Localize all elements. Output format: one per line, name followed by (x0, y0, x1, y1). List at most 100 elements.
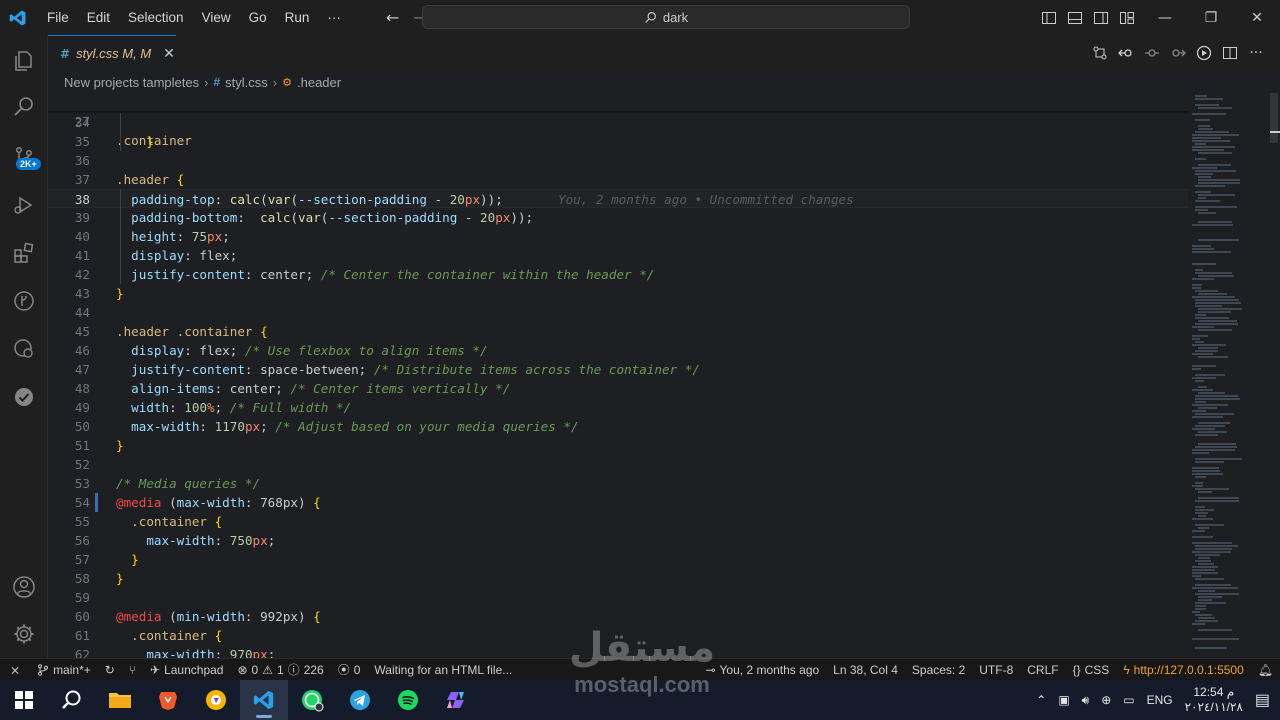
code-line[interactable]: 46 display: flex; /* Use flexbox to alig… (48, 341, 1188, 360)
toggle-secondary-sidebar-icon[interactable] (1092, 9, 1110, 27)
menu-edit[interactable]: Edit (78, 0, 119, 35)
code-line[interactable]: 45 .header .container { (48, 322, 1188, 341)
code-line[interactable]: 39 padding-bottom: calc(var(--section-pa… (48, 208, 1188, 227)
file-explorer-app-icon[interactable] (96, 680, 144, 720)
brave-browser-app-icon[interactable] (144, 680, 192, 720)
code-line[interactable]: 55 .container { (48, 512, 1188, 531)
command-center-search[interactable]: dark (422, 5, 910, 29)
tab-styl-css[interactable]: # styl.css M, M ✕ (48, 35, 176, 71)
live-server-status[interactable]: ϟ http://127.0.0.1:5500 (1116, 663, 1250, 677)
menu-more[interactable]: ··· (318, 0, 350, 35)
language-indicator[interactable]: ENG (1147, 693, 1173, 707)
menu-file[interactable]: File (38, 0, 78, 35)
menu-run[interactable]: Run (276, 0, 319, 35)
code-editor[interactable]: 27 .container 34 35 } 36 37 .header {38 padd… (48, 93, 1188, 658)
menu-go[interactable]: Go (240, 0, 276, 35)
remote-explorer-icon[interactable] (0, 325, 48, 373)
code-line[interactable]: 62 max-width: 970px; (48, 645, 1188, 658)
chevron-up-icon[interactable]: ⌃ (1036, 693, 1046, 707)
close-window-icon[interactable]: ✕ (1234, 0, 1280, 35)
git-graph-status-icon[interactable]: ⑂ (122, 663, 143, 677)
code-line[interactable]: 56 max-width: 750px; (48, 531, 1188, 550)
close-tab-icon[interactable]: ✕ (163, 46, 175, 62)
menu-selection[interactable]: Selection (119, 0, 193, 35)
account-icon[interactable] (0, 563, 48, 611)
code-line[interactable]: 43} (48, 284, 1188, 303)
toggle-panel-icon[interactable] (1066, 9, 1084, 27)
breadcrumb-symbol[interactable]: .header (297, 75, 341, 90)
restore-icon[interactable]: ❐ (1188, 0, 1234, 35)
code-line[interactable]: 53 /* Media queries */ (48, 474, 1188, 493)
breadcrumb-file[interactable]: styl.css (225, 75, 268, 90)
minimize-icon[interactable]: — (1142, 0, 1188, 35)
language-mode[interactable]: {} CSS (1066, 663, 1117, 677)
menu-view[interactable]: View (193, 0, 240, 35)
breadcrumb-folder[interactable]: New projects tampletes (64, 75, 199, 90)
code-line[interactable]: 47 justify-content: space-between; /* Di… (48, 360, 1188, 379)
search-view-icon[interactable] (0, 83, 48, 131)
code-line[interactable]: 38 padding-top: calc(var(--section-paddi… (48, 189, 1188, 208)
volume-icon[interactable]: 🔊︎ (1082, 693, 1090, 708)
ports-status[interactable]: ⦿ 0 (331, 661, 368, 678)
open-changes-icon[interactable] (1118, 45, 1134, 61)
windows-start-icon[interactable] (0, 680, 48, 720)
run-debug-icon[interactable] (0, 181, 48, 229)
sync-icon[interactable]: ↻ (98, 663, 122, 677)
back-arrow-icon[interactable]: ← (386, 8, 399, 27)
spotify-app-icon[interactable] (384, 680, 432, 720)
code-line[interactable]: 51} (48, 436, 1188, 455)
git-graph-icon[interactable] (0, 277, 48, 325)
next-revision-icon[interactable] (1170, 45, 1186, 61)
minimap[interactable] (1188, 93, 1268, 658)
code-line[interactable]: 58} (48, 569, 1188, 588)
sticky-scroll-line[interactable]: 27 .container (48, 93, 1188, 148)
git-blame-status[interactable]: ⊸ You, 2 months ago (698, 663, 826, 677)
code-line[interactable]: 41 display: flex; (48, 246, 1188, 265)
customize-layout-icon[interactable] (1118, 9, 1136, 27)
code-line[interactable]: 52 (48, 455, 1188, 474)
whatsapp-app-icon[interactable] (288, 680, 336, 720)
explorer-icon[interactable] (0, 37, 48, 85)
branch-status[interactable]: main*+ (30, 663, 98, 677)
scrollbar-thumb[interactable] (1270, 93, 1278, 143)
settings-gear-icon[interactable] (0, 610, 48, 658)
camera-icon[interactable]: ▣ (1058, 693, 1069, 707)
extensions-icon[interactable] (0, 229, 48, 277)
browser-app-icon[interactable] (192, 680, 240, 720)
vscode-app-icon[interactable] (240, 680, 288, 720)
split-editor-icon[interactable] (1222, 45, 1238, 61)
notifications-bell-icon[interactable]: 🔔︎ (1251, 663, 1280, 677)
code-line[interactable]: 40 height: 75px; (48, 227, 1188, 246)
code-line[interactable]: 34 (48, 113, 1188, 132)
remote-icon[interactable]: ⨯ (0, 663, 30, 677)
open-preview-icon[interactable] (1196, 45, 1212, 61)
code-line[interactable]: 61 .container { (48, 626, 1188, 645)
toggle-sidebar-icon[interactable] (1040, 9, 1058, 27)
encoding[interactable]: UTF-8 (972, 663, 1020, 677)
code-line[interactable]: 37 .header { (48, 170, 1188, 189)
code-line[interactable]: 42 justify-content: center; /* Center th… (48, 265, 1188, 284)
problems-status[interactable]: ⊗ 0 ⚠ 1 ⓘ 226 (230, 661, 330, 678)
code-line[interactable]: 57 } (48, 550, 1188, 569)
indentation[interactable]: Spaces: 2 (905, 663, 972, 677)
code-line[interactable]: 60 @media (min-width: 992px) { (48, 607, 1188, 626)
previous-revision-icon[interactable] (1144, 45, 1160, 61)
display-icon[interactable]: ▭ (1123, 693, 1134, 707)
clock[interactable]: 12:54 م ٢٠٢٤/١١/٢٨ (1185, 685, 1243, 715)
vertical-scrollbar[interactable] (1268, 93, 1280, 658)
more-actions-icon[interactable]: ··· (1248, 45, 1264, 61)
code-line[interactable]: 48 align-items: center; /* Center items … (48, 379, 1188, 398)
notification-center-icon[interactable]: ▤ (1255, 690, 1270, 710)
code-line[interactable]: 50 max-width: 1170px; /* Adjust based on… (48, 417, 1188, 436)
cursor-position[interactable]: Ln 38, Col 4 (826, 663, 905, 677)
source-control-icon[interactable] (0, 133, 48, 181)
copilot-app-icon[interactable] (432, 680, 480, 720)
code-line[interactable]: 35 } (48, 132, 1188, 151)
testing-check-icon[interactable] (0, 373, 48, 421)
code-line[interactable]: 59 (48, 588, 1188, 607)
line-ending[interactable]: CRLF (1020, 663, 1065, 677)
telegram-app-icon[interactable] (336, 680, 384, 720)
code-line[interactable]: 49 width: 100%; /* Full width */ (48, 398, 1188, 417)
code-line[interactable]: 36 (48, 151, 1188, 170)
code-line[interactable]: 44 (48, 303, 1188, 322)
